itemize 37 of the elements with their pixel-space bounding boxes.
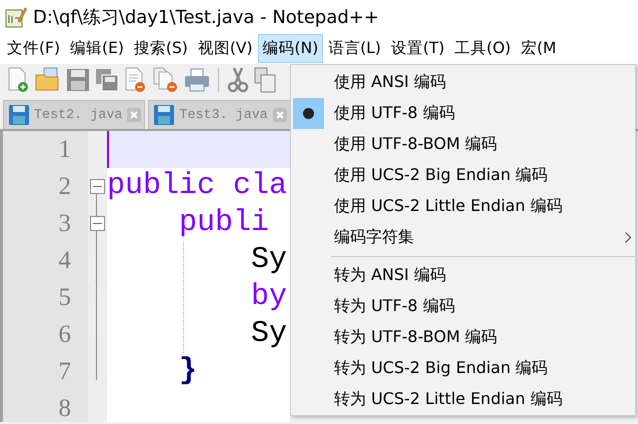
menu-option[interactable]: 转为 UCS-2 Big Endian 编码: [291, 353, 635, 384]
menu-option[interactable]: 编码字符集: [291, 222, 635, 253]
menu-item[interactable]: 视图(V): [192, 34, 258, 63]
line-number: 7: [58, 357, 72, 387]
line-number: 5: [58, 283, 72, 313]
menu-option[interactable]: 转为 UTF-8-BOM 编码: [291, 322, 635, 353]
window-title: D:\qf\练习\day1\Test.java - Notepad++: [33, 6, 379, 28]
line-number: 3: [58, 209, 72, 239]
tab-label: Test3. java: [179, 108, 268, 122]
tab-label: Test2. java: [34, 108, 122, 122]
menu-item[interactable]: 文件(F): [2, 34, 66, 63]
line-number: 8: [58, 394, 72, 424]
menu-item[interactable]: 设置(T): [386, 34, 450, 63]
menu-option[interactable]: 转为 ANSI 编码: [291, 260, 635, 291]
line-number: 1: [58, 135, 72, 165]
menu-item[interactable]: 搜索(S): [128, 34, 193, 63]
menu-option[interactable]: 转为 UTF-8 编码: [291, 291, 635, 322]
code-text: public cla: [107, 169, 288, 203]
menu-item[interactable]: 编码(N): [258, 34, 324, 63]
menu-item[interactable]: 编辑(E): [65, 34, 129, 63]
line-number: 4: [58, 246, 72, 276]
menu-option[interactable]: 使用 UCS-2 Little Endian 编码: [291, 191, 635, 222]
menu-option[interactable]: 使用 ANSI 编码: [291, 67, 635, 98]
code-text: Sy: [250, 243, 288, 277]
code-text: Sy: [250, 317, 288, 351]
menu-item[interactable]: 语言(L): [323, 34, 386, 63]
menu-item[interactable]: 宏(M: [516, 34, 562, 63]
line-number: 6: [58, 320, 72, 350]
code-text: publi: [178, 206, 270, 240]
code-text: }: [178, 354, 198, 388]
menu-option[interactable]: 使用 UTF-8 编码: [291, 98, 635, 129]
code-text: by: [250, 280, 288, 314]
menu-option[interactable]: 使用 UTF-8-BOM 编码: [291, 129, 635, 160]
line-number: 2: [58, 172, 72, 202]
menu-option[interactable]: 使用 UCS-2 Big Endian 编码: [291, 160, 635, 191]
menu-option[interactable]: 转为 UCS-2 Little Endian 编码: [291, 384, 635, 415]
menu-item[interactable]: 工具(O): [450, 34, 516, 63]
